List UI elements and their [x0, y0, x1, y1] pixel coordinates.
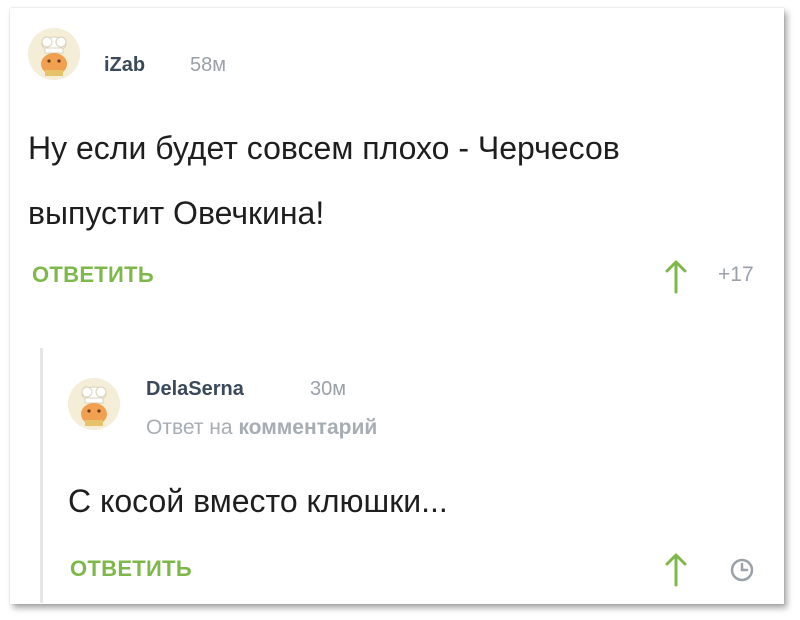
- comments-card: iZab 58м Ну если будет совсем плохо - Че…: [10, 8, 784, 604]
- thread-line: [40, 348, 43, 603]
- username[interactable]: iZab: [104, 54, 145, 77]
- avatar[interactable]: [68, 378, 120, 430]
- reply-to-prefix: Ответ на: [146, 416, 233, 439]
- reply-time: 30м: [310, 378, 346, 400]
- comment-text-line-1: Ну если будет совсем плохо - Черчесов: [28, 130, 620, 166]
- reply-button[interactable]: ОТВЕТИТЬ: [70, 556, 192, 582]
- reply-to-link[interactable]: комментарий: [238, 416, 377, 439]
- chef-hat-avatar-icon: [28, 28, 80, 80]
- comment-text-line-2: выпустит Овечкина!: [28, 195, 325, 231]
- avatar[interactable]: [28, 28, 80, 80]
- reply-button[interactable]: ОТВЕТИТЬ: [32, 262, 154, 288]
- username[interactable]: DelaSerna: [146, 378, 244, 401]
- comment-time: 58м: [190, 54, 226, 76]
- arrow-up-icon[interactable]: [664, 553, 688, 587]
- chef-hat-avatar-icon: [68, 378, 120, 430]
- rating-count: +17: [718, 263, 754, 286]
- reply-text: С косой вместо клюшки...: [68, 483, 448, 519]
- reply-to-info: Ответ на комментарий: [146, 416, 377, 440]
- arrow-up-icon[interactable]: [664, 260, 688, 294]
- clock-icon[interactable]: [730, 558, 754, 582]
